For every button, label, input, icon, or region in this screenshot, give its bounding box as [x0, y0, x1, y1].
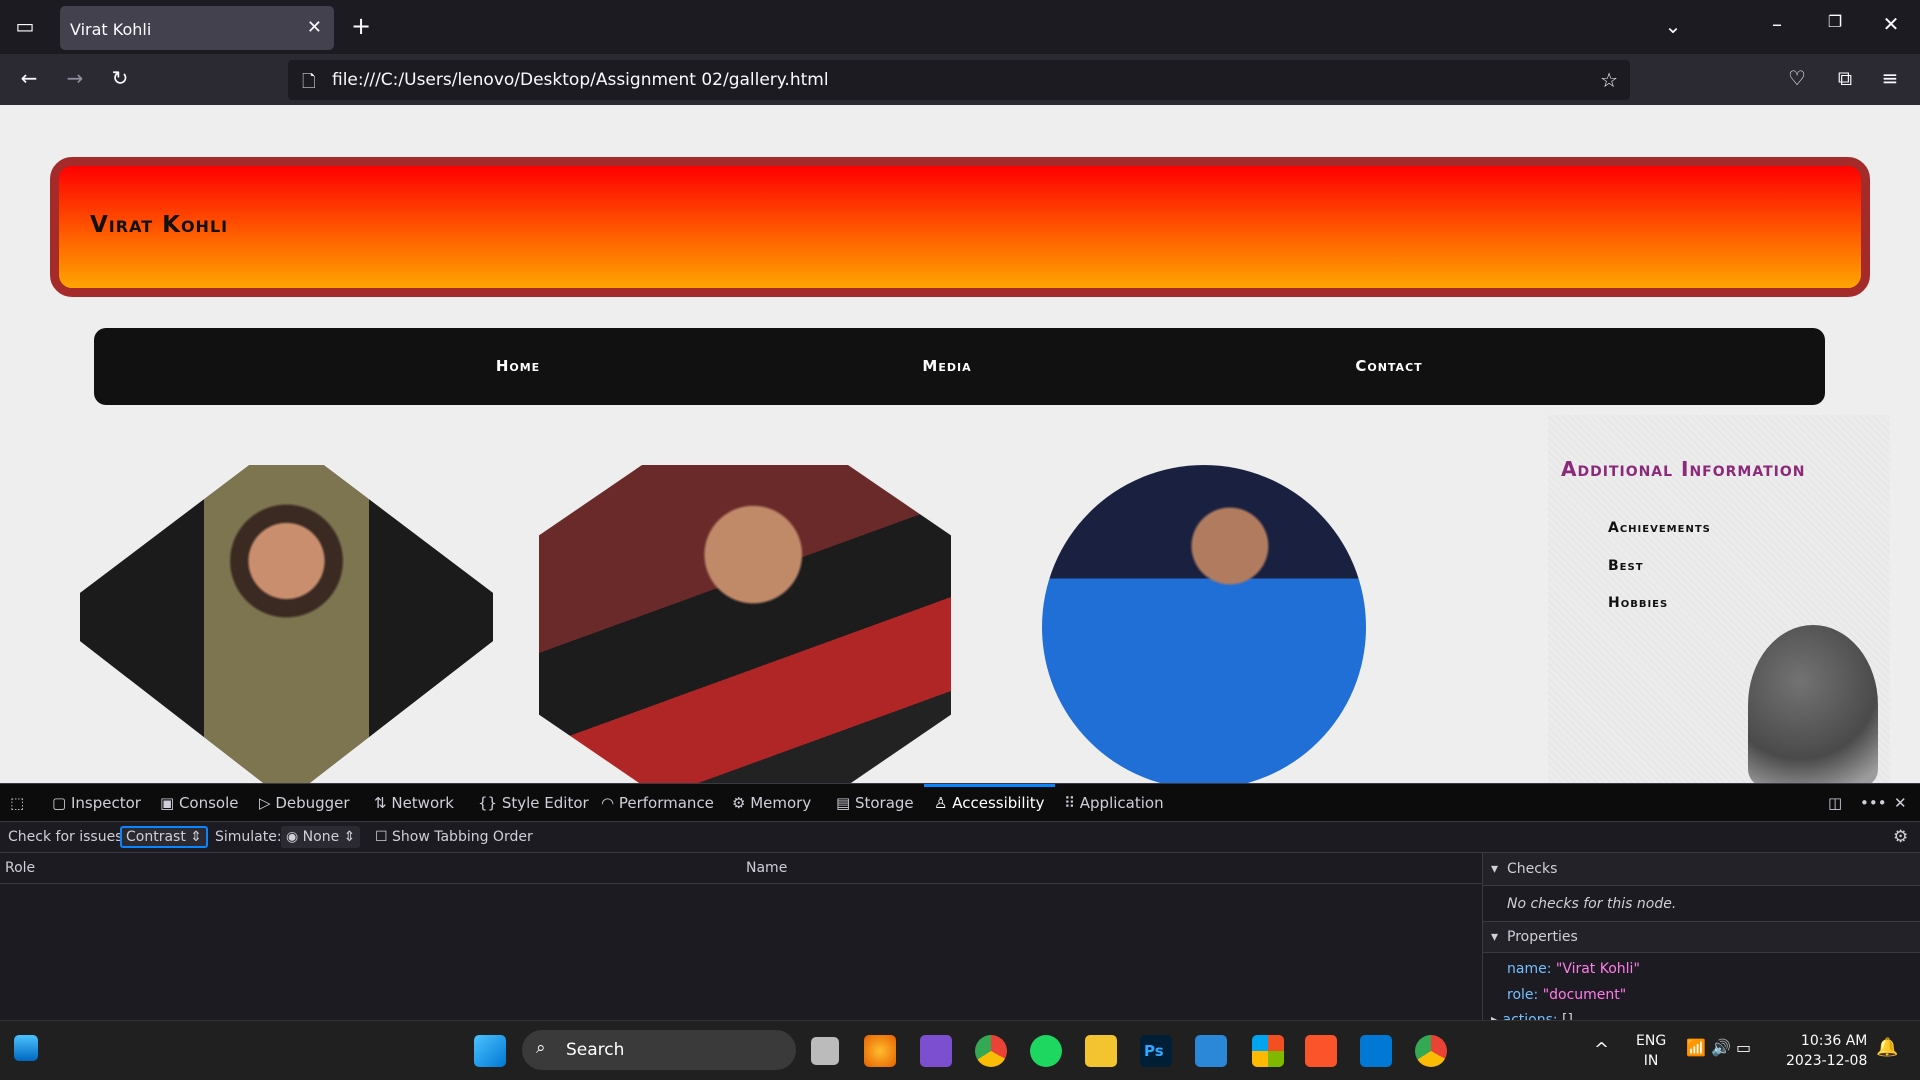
browser-tab[interactable]: Virat Kohli ✕	[60, 6, 334, 50]
check-label: Check for issues:	[8, 829, 128, 845]
nav-home[interactable]: Home	[496, 357, 540, 375]
widgets-icon[interactable]	[14, 1035, 38, 1061]
sidebar-title: Additional Information	[1561, 457, 1806, 481]
check-select[interactable]: Contrast ⇕	[120, 826, 209, 848]
sidebar-link-best[interactable]: Best	[1608, 558, 1644, 574]
tab-network[interactable]: ⇅ Network	[374, 784, 454, 821]
pick-element-icon[interactable]: ⬚	[10, 784, 24, 821]
page-title: Virat Kohli	[90, 212, 229, 238]
store-icon[interactable]	[1252, 1035, 1284, 1067]
properties-header[interactable]: ▾ Properties	[1483, 922, 1920, 953]
bookmark-star-icon[interactable]: ☆	[1600, 68, 1618, 92]
simulate-label: Simulate:	[215, 829, 282, 845]
wifi-volume-battery-icons[interactable]: 📶 🔊 ▭	[1686, 1038, 1751, 1057]
close-window-icon[interactable]: ✕	[1876, 12, 1906, 36]
tree-header: Role Name	[0, 853, 1482, 884]
web-page: Virat Kohli Home Media Contact Additiona…	[0, 105, 1920, 783]
settings-gear-icon[interactable]: ⚙	[1893, 827, 1908, 847]
back-icon[interactable]: ←	[14, 66, 44, 90]
tab-title: Virat Kohli	[70, 20, 152, 39]
pocket-icon[interactable]: ♡	[1782, 66, 1812, 90]
column-name: Name	[746, 860, 788, 876]
visual-studio-icon[interactable]	[920, 1035, 952, 1067]
start-windows-icon[interactable]	[474, 1035, 506, 1067]
search-icon: ⌕	[536, 1038, 546, 1058]
more-options-icon[interactable]: •••	[1860, 784, 1887, 821]
spotify-icon[interactable]	[1030, 1035, 1062, 1067]
close-devtools-icon[interactable]: ✕	[1894, 784, 1907, 821]
checks-content: No checks for this node.	[1483, 886, 1920, 922]
task-view-icon[interactable]	[811, 1037, 839, 1065]
simulate-select[interactable]: ◉ None ⇕	[281, 826, 361, 848]
file-explorer-icon[interactable]	[1085, 1035, 1117, 1067]
mail-icon[interactable]	[1195, 1035, 1227, 1067]
tab-storage[interactable]: ▤ Storage	[836, 784, 914, 821]
tab-debugger[interactable]: ▷ Debugger	[259, 784, 350, 821]
extensions-icon[interactable]: ⧉	[1830, 66, 1860, 90]
menu-icon[interactable]: ≡	[1875, 66, 1905, 90]
prop-name[interactable]: name: "Virat Kohli"	[1507, 961, 1640, 977]
site-nav: Home Media Contact	[94, 328, 1825, 405]
checks-header[interactable]: ▾ Checks	[1483, 853, 1920, 886]
gallery-photo-diamond	[80, 465, 493, 783]
properties-sidebar: ▾ Checks No checks for this node. ▾ Proper…	[1482, 853, 1920, 1021]
tab-performance[interactable]: ◠ Performance	[601, 784, 714, 821]
clock[interactable]: 10:36 AM 2023-12-08	[1786, 1031, 1867, 1071]
restore-icon[interactable]: ❐	[1820, 12, 1850, 31]
minimize-icon[interactable]: –	[1762, 12, 1792, 36]
photoshop-icon[interactable]: Ps	[1140, 1035, 1172, 1067]
tab-accessibility[interactable]: ♙ Accessibility	[924, 784, 1055, 821]
devtools-panel: ⬚ ▢ Inspector ▣ Console ▷ Debugger ⇅ Net…	[0, 783, 1920, 1021]
sidebar-link-hobbies[interactable]: Hobbies	[1608, 595, 1668, 611]
chevron-down-icon[interactable]: ⌄	[1658, 14, 1688, 38]
tab-application[interactable]: ⠿ Application	[1064, 784, 1164, 821]
forward-icon[interactable]: →	[60, 66, 90, 90]
taskbar: ⌕ Search Ps ^ ENG IN 📶 🔊 ▭ 10:36 AM 2023-12…	[0, 1020, 1920, 1080]
chrome-profile-icon[interactable]	[1415, 1035, 1447, 1067]
page-header: Virat Kohli	[50, 157, 1870, 297]
tab-memory[interactable]: ⚙ Memory	[732, 784, 811, 821]
file-icon: 🗋	[302, 72, 316, 92]
nav-contact[interactable]: Contact	[1355, 357, 1422, 375]
url-text: file:///C:/Users/lenovo/Desktop/Assignme…	[332, 70, 829, 90]
firefox-icon[interactable]	[864, 1035, 896, 1067]
nav-media[interactable]: Media	[922, 357, 971, 375]
close-tab-icon[interactable]: ✕	[307, 17, 322, 38]
cricketer-silhouette-image	[1748, 625, 1878, 783]
column-role: Role	[5, 860, 36, 876]
reload-icon[interactable]: ↻	[105, 66, 135, 90]
tab-inspector[interactable]: ▢ Inspector	[52, 784, 141, 821]
tab-style-editor[interactable]: {} Style Editor	[478, 784, 589, 821]
brave-icon[interactable]	[1305, 1035, 1337, 1067]
dock-icon[interactable]: ◫	[1828, 784, 1842, 821]
show-hidden-icons[interactable]: ^	[1594, 1039, 1609, 1060]
prop-role[interactable]: role: "document"	[1507, 987, 1626, 1003]
new-tab-icon[interactable]: +	[346, 12, 376, 40]
url-bar[interactable]: 🗋 file:///C:/Users/lenovo/Desktop/Assign…	[288, 60, 1630, 100]
language-indicator[interactable]: ENG IN	[1636, 1031, 1666, 1071]
tabbing-order-checkbox[interactable]: ☐ Show Tabbing Order	[375, 829, 533, 845]
tab-list-icon[interactable]: ▭	[10, 14, 40, 38]
sidebar-link-achievements[interactable]: Achievements	[1608, 520, 1711, 536]
sidebar: Additional Information Achievements Best…	[1548, 415, 1890, 783]
chrome-icon[interactable]	[975, 1035, 1007, 1067]
notification-bell-icon[interactable]: 🔔	[1876, 1037, 1898, 1058]
accessibility-toolbar: Check for issues: Contrast ⇕ Simulate: ◉…	[0, 822, 1920, 853]
taskbar-search[interactable]: ⌕ Search	[522, 1030, 796, 1070]
tab-console[interactable]: ▣ Console	[160, 784, 239, 821]
vscode-icon[interactable]	[1360, 1035, 1392, 1067]
gallery-photo-circle	[1042, 465, 1366, 783]
gallery-photo-octagon	[539, 465, 951, 783]
tab-bar: ▭ Virat Kohli ✕ + ⌄ – ❐ ✕	[0, 0, 1920, 54]
devtools-toolbar: ⬚ ▢ Inspector ▣ Console ▷ Debugger ⇅ Net…	[0, 784, 1920, 822]
